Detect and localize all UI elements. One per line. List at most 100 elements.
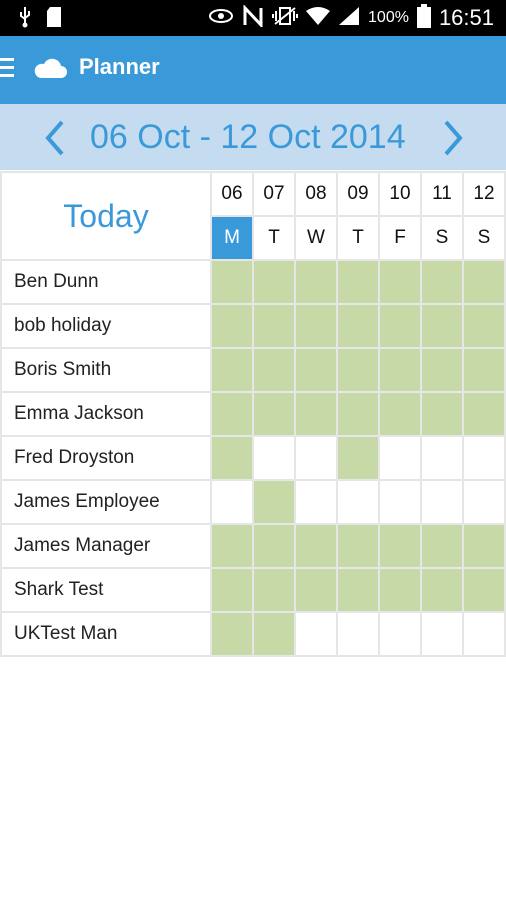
free-slot[interactable] (378, 611, 422, 657)
busy-slot[interactable] (378, 391, 422, 437)
busy-slot[interactable] (420, 259, 464, 305)
busy-slot[interactable] (420, 303, 464, 349)
busy-slot[interactable] (252, 347, 296, 393)
busy-slot[interactable] (462, 303, 506, 349)
previous-week-button[interactable] (40, 118, 70, 158)
day-letter[interactable]: T (252, 215, 296, 261)
busy-slot[interactable] (252, 523, 296, 569)
busy-slot[interactable] (336, 347, 380, 393)
busy-slot[interactable] (336, 523, 380, 569)
busy-slot[interactable] (294, 567, 338, 613)
busy-slot[interactable] (420, 523, 464, 569)
busy-slot[interactable] (336, 259, 380, 305)
employee-row: Emma Jackson (0, 391, 506, 437)
day-letter[interactable]: S (420, 215, 464, 261)
free-slot[interactable] (378, 435, 422, 481)
busy-slot[interactable] (210, 523, 254, 569)
free-slot[interactable] (462, 479, 506, 525)
busy-slot[interactable] (462, 391, 506, 437)
day-letter[interactable]: S (462, 215, 506, 261)
busy-slot[interactable] (336, 391, 380, 437)
nfc-icon (242, 4, 264, 31)
busy-slot[interactable] (252, 611, 296, 657)
busy-slot[interactable] (378, 259, 422, 305)
day-letter[interactable]: F (378, 215, 422, 261)
employee-name[interactable]: James Employee (0, 479, 212, 525)
busy-slot[interactable] (378, 347, 422, 393)
free-slot[interactable] (336, 611, 380, 657)
busy-slot[interactable] (294, 259, 338, 305)
free-slot[interactable] (462, 611, 506, 657)
free-slot[interactable] (294, 479, 338, 525)
employee-name[interactable]: Shark Test (0, 567, 212, 613)
menu-icon[interactable] (0, 58, 14, 80)
employee-row: James Manager (0, 523, 506, 569)
busy-slot[interactable] (294, 523, 338, 569)
busy-slot[interactable] (252, 479, 296, 525)
busy-slot[interactable] (420, 391, 464, 437)
free-slot[interactable] (252, 435, 296, 481)
busy-slot[interactable] (336, 567, 380, 613)
busy-slot[interactable] (210, 435, 254, 481)
employee-name[interactable]: Fred Droyston (0, 435, 212, 481)
usb-icon (18, 6, 32, 32)
employee-name[interactable]: Ben Dunn (0, 259, 212, 305)
employee-name[interactable]: Emma Jackson (0, 391, 212, 437)
busy-slot[interactable] (210, 347, 254, 393)
day-letter[interactable]: W (294, 215, 338, 261)
free-slot[interactable] (294, 611, 338, 657)
busy-slot[interactable] (420, 347, 464, 393)
busy-slot[interactable] (378, 523, 422, 569)
battery-percent: 100% (368, 9, 409, 26)
busy-slot[interactable] (294, 347, 338, 393)
employee-name[interactable]: Boris Smith (0, 347, 212, 393)
chevron-right-icon (444, 120, 463, 156)
day-number: 06 (210, 171, 254, 217)
planner-grid: Today 06 07 08 09 10 11 12 M T W T F S S Ben Dunn bob h… (0, 171, 506, 657)
busy-slot[interactable] (462, 347, 506, 393)
free-slot[interactable] (336, 479, 380, 525)
busy-slot[interactable] (210, 259, 254, 305)
employee-name[interactable]: UKTest Man (0, 611, 212, 657)
employee-row: Boris Smith (0, 347, 506, 393)
day-number: 12 (462, 171, 506, 217)
busy-slot[interactable] (336, 435, 380, 481)
busy-slot[interactable] (252, 303, 296, 349)
busy-slot[interactable] (462, 259, 506, 305)
busy-slot[interactable] (420, 567, 464, 613)
next-week-button[interactable] (438, 118, 468, 158)
free-slot[interactable] (378, 479, 422, 525)
busy-slot[interactable] (210, 567, 254, 613)
week-navigation: 06 Oct - 12 Oct 2014 (0, 104, 506, 170)
busy-slot[interactable] (462, 567, 506, 613)
busy-slot[interactable] (210, 303, 254, 349)
busy-slot[interactable] (336, 303, 380, 349)
today-button[interactable]: Today (0, 171, 212, 261)
free-slot[interactable] (210, 479, 254, 525)
free-slot[interactable] (462, 435, 506, 481)
busy-slot[interactable] (252, 391, 296, 437)
battery-icon (416, 4, 431, 32)
busy-slot[interactable] (210, 391, 254, 437)
sd-card-icon (46, 6, 62, 32)
busy-slot[interactable] (462, 523, 506, 569)
busy-slot[interactable] (252, 567, 296, 613)
busy-slot[interactable] (378, 567, 422, 613)
day-letter[interactable]: M (210, 215, 254, 261)
free-slot[interactable] (294, 435, 338, 481)
employee-name[interactable]: James Manager (0, 523, 212, 569)
day-letter[interactable]: T (336, 215, 380, 261)
status-bar: 100% 16:51 (0, 0, 506, 36)
busy-slot[interactable] (210, 611, 254, 657)
busy-slot[interactable] (294, 391, 338, 437)
busy-slot[interactable] (294, 303, 338, 349)
free-slot[interactable] (420, 611, 464, 657)
free-slot[interactable] (420, 479, 464, 525)
busy-slot[interactable] (252, 259, 296, 305)
day-number: 11 (420, 171, 464, 217)
free-slot[interactable] (420, 435, 464, 481)
wifi-icon (306, 6, 331, 30)
busy-slot[interactable] (378, 303, 422, 349)
employee-name[interactable]: bob holiday (0, 303, 212, 349)
signal-icon (338, 6, 360, 30)
